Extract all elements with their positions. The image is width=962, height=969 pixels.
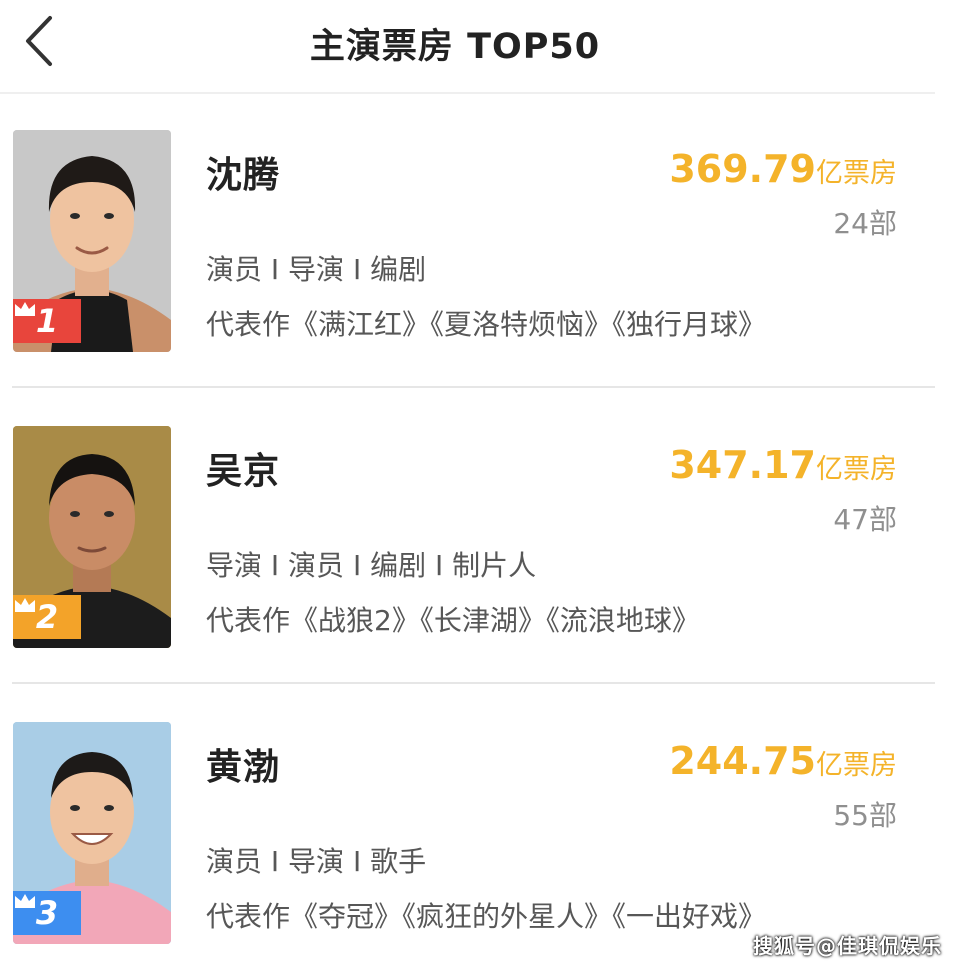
actor-name: 黄渤	[206, 747, 281, 788]
representative-works: 代表作《战狼2》《长津湖》《流浪地球》	[206, 604, 700, 637]
crown-icon	[15, 598, 35, 612]
actor-avatar: 2	[13, 426, 171, 648]
actor-name: 吴京	[206, 451, 281, 492]
box-office: 244.75亿票房	[669, 739, 897, 783]
box-office: 347.17亿票房	[669, 443, 897, 487]
film-count: 24部	[833, 207, 897, 240]
rank-number: 1	[35, 302, 59, 340]
actor-row[interactable]: 2 吴京 347.17亿票房 47部 导演 I 演员 I 编剧 I 制片人 代表…	[0, 388, 935, 684]
representative-works: 代表作《夺冠》《疯狂的外星人》《一出好戏》	[206, 900, 767, 933]
page-title: 主演票房 TOP50	[309, 27, 601, 67]
actor-roles: 导演 I 演员 I 编剧 I 制片人	[206, 549, 537, 582]
rank-number: 3	[35, 894, 59, 932]
rank-badge: 3	[13, 891, 81, 935]
box-office-unit: 亿票房	[816, 454, 897, 485]
actor-roles: 演员 I 导演 I 编剧	[206, 253, 427, 286]
box-office-unit: 亿票房	[816, 158, 897, 189]
watermark: 搜狐号@佳琪侃娱乐	[753, 934, 942, 958]
actor-roles: 演员 I 导演 I 歌手	[206, 845, 427, 878]
rank-badge: 1	[13, 299, 81, 343]
actor-avatar: 1	[13, 130, 171, 352]
box-office: 369.79亿票房	[669, 147, 897, 191]
film-count: 47部	[833, 503, 897, 536]
rank-number: 2	[35, 598, 59, 636]
actor-row[interactable]: 3 黄渤 244.75亿票房 55部 演员 I 导演 I 歌手 代表作《夺冠》《…	[0, 684, 935, 969]
crown-icon	[15, 302, 35, 316]
box-office-unit: 亿票房	[816, 750, 897, 781]
box-office-value: 244.75	[669, 739, 816, 783]
top-navigation-bar: 主演票房 TOP50	[0, 0, 935, 94]
film-count: 55部	[833, 799, 897, 832]
representative-works: 代表作《满江红》《夏洛特烦恼》《独行月球》	[206, 308, 767, 341]
crown-icon	[15, 894, 35, 908]
actor-row[interactable]: 1 沈腾 369.79亿票房 24部 演员 I 导演 I 编剧 代表作《满江红》…	[0, 92, 935, 388]
box-office-value: 347.17	[669, 443, 816, 487]
box-office-value: 369.79	[669, 147, 816, 191]
actor-name: 沈腾	[206, 155, 281, 196]
rank-badge: 2	[13, 595, 81, 639]
actor-avatar: 3	[13, 722, 171, 944]
